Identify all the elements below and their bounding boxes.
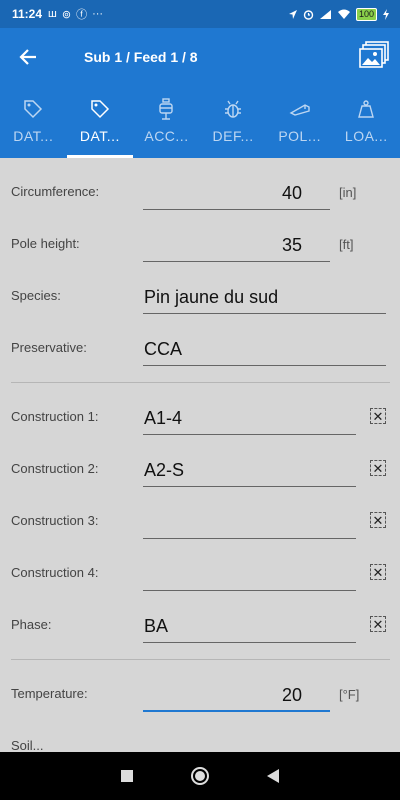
species-row: Species: Pin jaune du sud — [0, 276, 400, 316]
tab-pole[interactable]: POL... — [266, 86, 333, 158]
unit-label: [in] — [339, 185, 357, 200]
system-nav-bar — [0, 752, 400, 800]
construction-4-row: Construction 4: ✕ — [0, 553, 400, 593]
notification-icon: ⊚ — [61, 8, 72, 21]
back-nav-button[interactable] — [263, 766, 283, 786]
construction-2-row: Construction 2: A2-S ✕ — [0, 449, 400, 489]
circle-icon — [190, 767, 209, 785]
status-time: 11:24 — [12, 7, 43, 21]
species-field[interactable]: Pin jaune du sud — [143, 278, 386, 314]
more-notifications-icon: ··· — [92, 8, 104, 20]
field-label: Species: — [11, 288, 61, 303]
section-divider — [11, 382, 390, 383]
pole-height-row: Pole height: 35 [ft] — [0, 224, 400, 264]
phase-row: Phase: BA ✕ — [0, 605, 400, 645]
lamp-icon — [155, 98, 177, 120]
preservative-field[interactable]: CCA — [143, 330, 386, 366]
field-label: Pole height: — [11, 236, 80, 251]
arrow-back-icon — [19, 49, 36, 65]
tab-label: ACC... — [144, 128, 189, 144]
pole-icon — [289, 98, 311, 120]
weight-icon — [355, 98, 377, 120]
field-label: Soil... — [11, 738, 44, 752]
field-label: Construction 3: — [11, 513, 99, 528]
pole-data-form: Circumference: 40 [in] Pole height: 35 [… — [0, 158, 400, 752]
location-icon — [288, 9, 297, 19]
tab-accessories[interactable]: ACC... — [133, 86, 200, 158]
square-icon — [120, 770, 133, 782]
charging-icon — [383, 8, 389, 20]
phase-field[interactable]: BA — [143, 607, 356, 643]
notification-icon: ш — [48, 8, 57, 20]
temperature-field[interactable]: 20 — [143, 676, 330, 712]
unit-label: [°F] — [339, 687, 360, 702]
battery-icon: 100 — [355, 7, 377, 21]
alarm-icon — [303, 9, 314, 20]
tab-defects[interactable]: DEF... — [200, 86, 267, 158]
field-label: Circumference: — [11, 184, 100, 199]
home-button[interactable] — [190, 766, 210, 786]
construction-3-field[interactable] — [143, 503, 356, 539]
clear-icon[interactable]: ✕ — [370, 408, 386, 424]
bug-icon — [222, 98, 244, 120]
facebook-icon: ⓕ — [76, 9, 88, 21]
tab-data-2[interactable]: DAT... — [66, 86, 134, 158]
unit-label: [ft] — [339, 237, 354, 252]
section-divider — [11, 659, 390, 660]
signal-icon — [319, 9, 331, 19]
temperature-row: Temperature: 20 [°F] — [0, 674, 400, 714]
tab-label: DEF... — [212, 128, 254, 144]
app-bar: Sub 1 / Feed 1 / 8 — [0, 28, 400, 86]
tab-label: DAT... — [13, 128, 54, 144]
status-bar: 11:24 ш ⊚ ⓕ ··· 100 — [0, 0, 400, 28]
circumference-row: Circumference: 40 [in] — [0, 172, 400, 212]
construction-4-field[interactable] — [143, 555, 356, 591]
field-label: Construction 4: — [11, 565, 99, 580]
triangle-back-icon — [267, 769, 280, 783]
page-title: Sub 1 / Feed 1 / 8 — [84, 49, 198, 65]
gallery-button[interactable] — [358, 40, 390, 72]
wifi-icon — [337, 9, 350, 19]
construction-1-field[interactable]: A1-4 — [143, 399, 356, 435]
clear-icon[interactable]: ✕ — [370, 564, 386, 580]
tab-label: DAT... — [79, 128, 120, 144]
field-label: Preservative: — [11, 340, 87, 355]
back-button[interactable] — [0, 28, 56, 86]
tag-icon — [22, 98, 44, 120]
tag-icon — [89, 98, 111, 120]
status-indicators: 100 — [288, 7, 390, 21]
tab-data-1[interactable]: DAT... — [0, 86, 67, 158]
circumference-field[interactable]: 40 — [143, 174, 330, 210]
field-label: Construction 1: — [11, 409, 99, 424]
field-label: Construction 2: — [11, 461, 99, 476]
construction-2-field[interactable]: A2-S — [143, 451, 356, 487]
pole-height-field[interactable]: 35 — [143, 226, 330, 262]
construction-3-row: Construction 3: ✕ — [0, 501, 400, 541]
tab-bar: DAT... DAT... ACC... DEF... POL... LOA..… — [0, 86, 400, 158]
clear-icon[interactable]: ✕ — [370, 460, 386, 476]
clear-icon[interactable]: ✕ — [370, 512, 386, 528]
field-label: Phase: — [11, 617, 52, 632]
construction-1-row: Construction 1: A1-4 ✕ — [0, 397, 400, 437]
recents-button[interactable] — [117, 766, 137, 786]
photo-gallery-icon — [359, 41, 389, 68]
tab-label: POL... — [278, 128, 322, 144]
preservative-row: Preservative: CCA — [0, 328, 400, 368]
tab-load[interactable]: LOA... — [333, 86, 400, 158]
clear-icon[interactable]: ✕ — [370, 616, 386, 632]
field-label: Temperature: — [11, 686, 88, 701]
tab-label: LOA... — [344, 128, 388, 144]
